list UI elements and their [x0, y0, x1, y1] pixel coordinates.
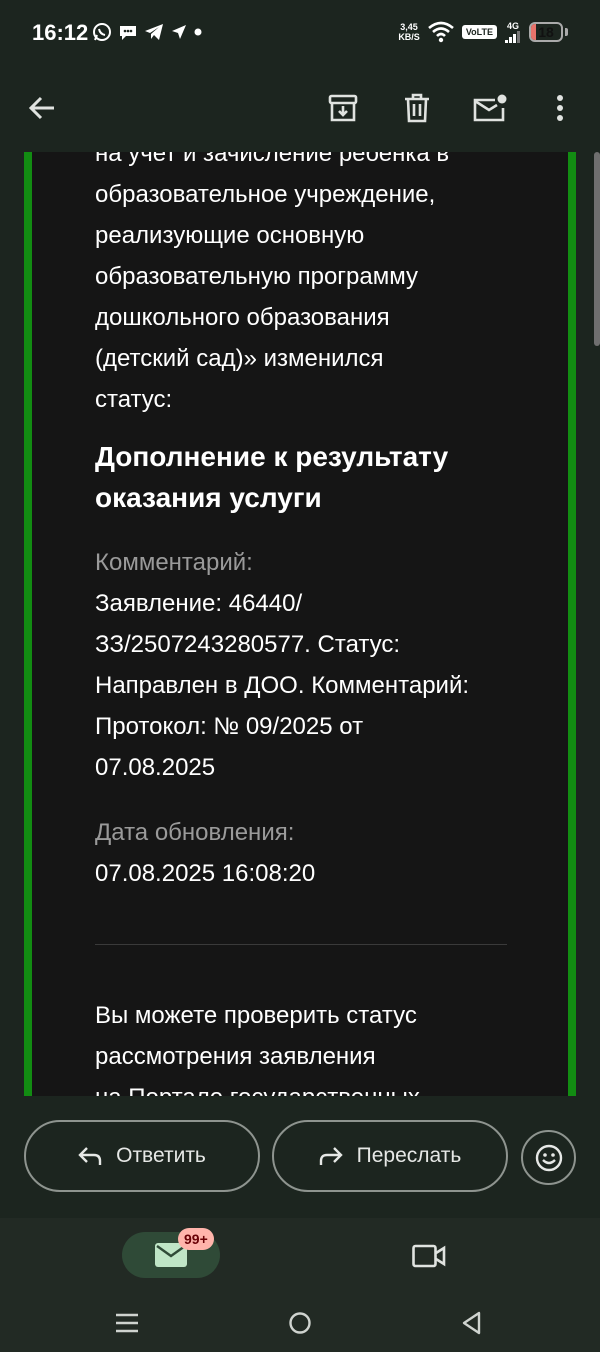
status-heading: оказания услуги	[95, 482, 322, 513]
forward-label: Переслать	[356, 1144, 462, 1167]
body-line: на учет и зачисление ребенка в	[95, 152, 450, 167]
trash-icon	[405, 93, 429, 123]
battery-percent: 18	[538, 24, 554, 40]
footer-line: рассмотрения заявления	[95, 1043, 376, 1070]
emoji-reaction-button[interactable]	[521, 1130, 576, 1185]
email-card: на учет и зачисление ребенка в образоват…	[24, 152, 576, 1096]
unread-badge: 99+	[178, 1228, 214, 1250]
footer-line: на Портале государственных	[95, 1077, 507, 1096]
update-date-label: Дата обновления:	[95, 819, 295, 846]
status-time: 16:12	[32, 20, 89, 45]
tab-meet[interactable]	[408, 1236, 450, 1276]
telegram-icon	[145, 24, 163, 40]
comment-line: Заявление: 46440/	[95, 590, 303, 617]
network-speed: 3,45 KB/S	[398, 22, 420, 42]
comment-line: Протокол: № 09/2025 от	[95, 713, 364, 740]
location-arrow-icon	[172, 25, 186, 39]
delete-button[interactable]	[395, 86, 439, 130]
network-speed-value: 3,45	[400, 22, 418, 32]
back-button[interactable]	[20, 86, 64, 130]
cell-signal: 4G	[505, 20, 521, 43]
status-right: 3,45 KB/S VoLTE 4G 18	[398, 18, 568, 46]
email-toolbar	[0, 64, 600, 152]
wifi-icon	[427, 21, 454, 43]
more-vert-icon	[557, 95, 563, 121]
system-back-button[interactable]	[454, 1308, 490, 1338]
smiley-icon	[535, 1144, 562, 1171]
email-body[interactable]: на учет и зачисление ребенка в образоват…	[0, 152, 600, 1096]
system-navigation	[0, 1298, 600, 1352]
status-bar: 16:12 3,45 KB/S VoLTE 4G 18	[0, 0, 600, 64]
email-text: на учет и зачисление ребенка в образоват…	[95, 152, 507, 1096]
body-line: реализующие основную	[95, 222, 365, 249]
arrow-back-icon	[28, 96, 54, 120]
scrollbar[interactable]	[594, 152, 600, 346]
body-line: образовательную программу	[95, 263, 419, 290]
whatsapp-icon	[93, 23, 111, 41]
menu-lines-icon	[116, 1313, 138, 1333]
mail-unread-icon	[473, 94, 507, 122]
reply-icon	[78, 1147, 102, 1165]
forward-button[interactable]: Переслать	[272, 1120, 508, 1192]
comment-line: 07.08.2025	[95, 754, 216, 781]
volte-badge: VoLTE	[461, 25, 497, 39]
circle-home-icon	[289, 1312, 311, 1334]
notification-icons	[92, 20, 202, 44]
update-date-value: 07.08.2025 16:08:20	[95, 860, 316, 887]
footer-line: Вы можете проверить статус	[95, 1002, 417, 1029]
battery-icon: 18	[529, 22, 563, 42]
video-camera-icon	[412, 1244, 446, 1268]
comment-line: Направлен в ДОО. Комментарий:	[95, 672, 470, 699]
home-button[interactable]	[282, 1308, 318, 1338]
reply-button[interactable]: Ответить	[24, 1120, 260, 1192]
chat-bubble-icon	[120, 26, 136, 40]
signal-icon	[505, 30, 520, 43]
comment-label: Комментарий:	[95, 549, 253, 576]
dot-icon	[194, 28, 202, 36]
recent-apps-button[interactable]	[109, 1308, 145, 1338]
body-line: дошкольного образования	[95, 304, 390, 331]
status-heading: Дополнение к результату	[95, 441, 449, 472]
reply-label: Ответить	[116, 1144, 206, 1167]
forward-icon	[319, 1147, 343, 1165]
archive-button[interactable]	[321, 86, 365, 130]
network-speed-unit: KB/S	[398, 32, 420, 42]
comment-line: ЗЗ/2507243280577. Статус:	[95, 631, 401, 658]
triangle-back-icon	[462, 1311, 481, 1335]
body-line: образовательное учреждение,	[95, 181, 436, 208]
more-options-button[interactable]	[538, 86, 582, 130]
action-bar: Ответить Переслать	[0, 1096, 600, 1218]
body-line: статус:	[95, 386, 173, 413]
body-line: (детский сад)» изменился	[95, 345, 384, 372]
battery-tip	[565, 28, 568, 36]
archive-icon	[328, 94, 358, 122]
network-type: 4G	[506, 20, 519, 31]
bottom-navigation: 99+	[0, 1218, 600, 1298]
mark-unread-button[interactable]	[468, 86, 512, 130]
